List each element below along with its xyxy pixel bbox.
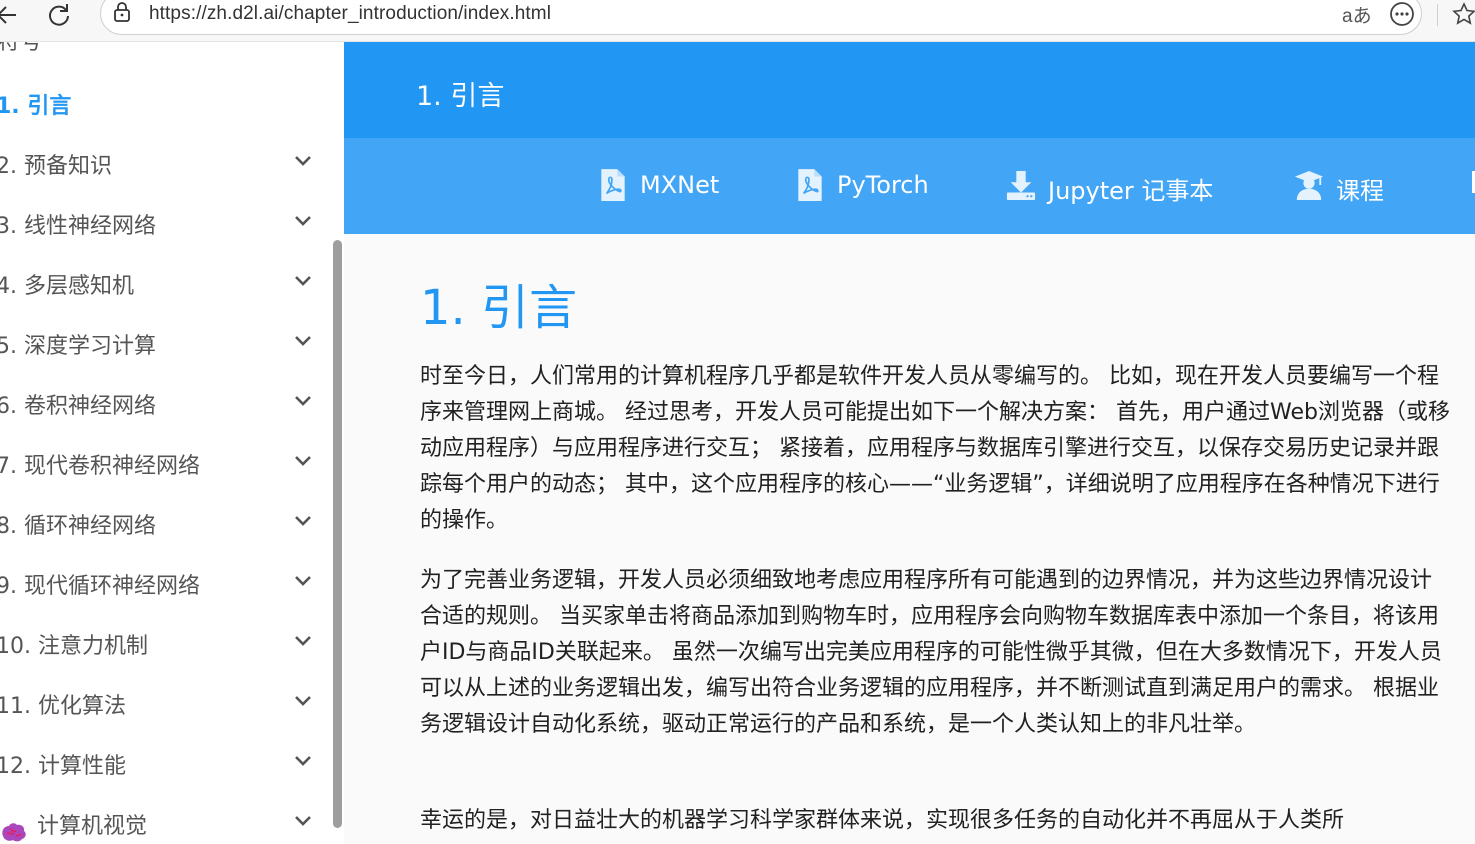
more-options-icon[interactable] <box>1389 1 1415 27</box>
sidebar-item-optimization[interactable]: 11. 优化算法 <box>0 682 330 722</box>
sidebar-item-label: 9. 现代循环神经网络 <box>0 574 200 599</box>
sidebar-item-linear-networks[interactable]: 3. 线性神经网络 <box>0 202 330 242</box>
reload-button[interactable] <box>46 2 76 28</box>
page-header: 1. 引言 <box>344 42 1475 138</box>
paragraph-2: 为了完善业务逻辑，开发人员必须细致地考虑应用程序所有可能遇到的边界情况，并为这些… <box>420 568 1442 737</box>
link-label: 课程 <box>1336 177 1384 205</box>
sidebar-item-label: 2. 预备知识 <box>0 154 112 179</box>
chevron-down-icon[interactable] <box>292 690 314 712</box>
chevron-down-icon[interactable] <box>292 750 314 772</box>
sidebar-item-attention[interactable]: 10. 注意力机制 <box>0 622 330 662</box>
sidebar-item-label: 1. 引言 <box>0 94 72 119</box>
lock-icon[interactable] <box>112 2 132 22</box>
sidebar-item-label: 11. 优化算法 <box>0 694 126 719</box>
sidebar-item-introduction[interactable]: 1. 引言 <box>0 82 330 122</box>
sidebar-item-label: 3. 线性神经网络 <box>0 214 156 239</box>
address-bar[interactable]: https://zh.d2l.ai/chapter_introduction/i… <box>100 0 1422 35</box>
sidebar-item-symbols[interactable]: 符号 <box>0 42 42 56</box>
link-label: PyTorch <box>837 171 929 199</box>
chevron-down-icon[interactable] <box>292 570 314 592</box>
read-aloud-button[interactable]: aあ <box>1342 1 1372 28</box>
link-label: MXNet <box>640 171 720 199</box>
sidebar-item-label: 5. 深度学习计算 <box>0 334 156 359</box>
chevron-down-icon[interactable] <box>292 330 314 352</box>
link-label: Jupyter 记事本 <box>1048 177 1214 205</box>
paragraph-3: 幸运的是，对日益壮大的机器学习科学家群体来说，实现很多任务的自动化并不再屈从于人… <box>420 808 1345 833</box>
toolbar-separator <box>1437 4 1438 26</box>
chevron-down-icon[interactable] <box>292 270 314 292</box>
chevron-down-icon[interactable] <box>292 390 314 412</box>
sidebar-item-preliminaries[interactable]: 2. 预备知识 <box>0 142 330 182</box>
brain-icon[interactable] <box>0 816 30 844</box>
chevron-down-icon[interactable] <box>292 210 314 232</box>
chevron-down-icon[interactable] <box>292 450 314 472</box>
arrow-left-icon <box>0 6 16 24</box>
sidebar-item-modern-cnn[interactable]: 7. 现代卷积神经网络 <box>0 442 330 482</box>
chevron-down-icon[interactable] <box>292 150 314 172</box>
sidebar-nav: 符号 1. 引言 2. 预备知识 3. 线性神经网络 4. 多层感知机 5. 深… <box>0 42 343 844</box>
sidebar-item-label: 4. 多层感知机 <box>0 274 134 299</box>
download-icon <box>1006 170 1036 200</box>
page-title: 1. 引言 <box>416 81 505 112</box>
sidebar-item-label: 8. 循环神经网络 <box>0 514 156 539</box>
chevron-down-icon[interactable] <box>292 630 314 652</box>
paragraph-1: 时至今日，人们常用的计算机程序几乎都是软件开发人员从零编写的。 比如，现在开发人… <box>420 364 1450 533</box>
sidebar-item-label: 7. 现代卷积神经网络 <box>0 454 200 479</box>
chevron-down-icon[interactable] <box>292 810 314 832</box>
sidebar-item-label: 6. 卷积神经网络 <box>0 394 156 419</box>
sidebar-item-label: 10. 注意力机制 <box>0 634 148 659</box>
main-content: 1. 引言 时至今日，人们常用的计算机程序几乎都是软件开发人员从零编写的。 比如… <box>344 234 1475 844</box>
favorite-star-icon[interactable] <box>1451 1 1475 27</box>
sidebar-item-modern-rnn[interactable]: 9. 现代循环神经网络 <box>0 562 330 602</box>
graduation-cap-icon <box>1294 170 1324 200</box>
sidebar-item-rnn[interactable]: 8. 循环神经网络 <box>0 502 330 542</box>
sidebar-item-label: 计算机视觉 <box>37 814 148 839</box>
sidebar-item-deep-learning-computation[interactable]: 5. 深度学习计算 <box>0 322 330 362</box>
reload-icon <box>49 4 69 26</box>
sidebar-item-mlp[interactable]: 4. 多层感知机 <box>0 262 330 302</box>
resource-links-bar: MXNet PyTorch Jupyter 记事本 课程 <box>344 138 1475 234</box>
chapter-title: 1. 引言 <box>420 280 578 336</box>
pdf-icon <box>798 169 822 201</box>
pdf-icon <box>601 169 625 201</box>
sidebar-item-label: 12. 计算性能 <box>0 754 126 779</box>
sidebar-scrollbar[interactable] <box>333 240 342 828</box>
sidebar-item-computational-performance[interactable]: 12. 计算性能 <box>0 742 330 782</box>
url-text[interactable]: https://zh.d2l.ai/chapter_introduction/i… <box>149 3 551 25</box>
chevron-down-icon[interactable] <box>292 510 314 532</box>
sidebar-item-cnn[interactable]: 6. 卷积神经网络 <box>0 382 330 422</box>
sidebar-item-computer-vision[interactable]: 计算机视觉 <box>0 802 330 842</box>
browser-toolbar: https://zh.d2l.ai/chapter_introduction/i… <box>0 0 1475 42</box>
back-button[interactable] <box>0 2 24 28</box>
